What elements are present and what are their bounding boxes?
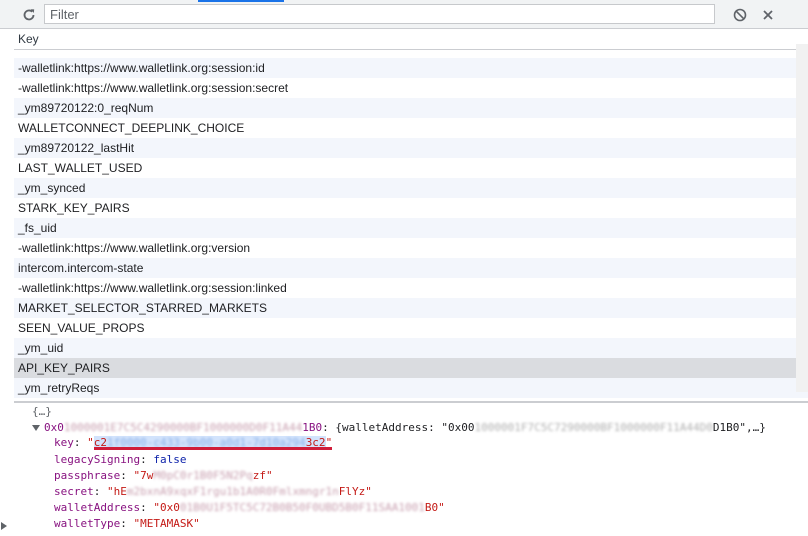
filter-input[interactable] bbox=[44, 4, 715, 24]
table-row[interactable]: -walletlink:https://www.walletlink.org:s… bbox=[14, 78, 808, 98]
table-row[interactable]: _fs_uid bbox=[14, 218, 808, 238]
console-output: {…} 0x01000001E7C5C4290000BF1000000D0F11… bbox=[14, 403, 808, 536]
clear-all-button[interactable] bbox=[730, 5, 750, 25]
table-row[interactable]: _ym_uid bbox=[14, 338, 808, 358]
table-row[interactable]: WALLETCONNECT_DEEPLINK_CHOICE bbox=[14, 118, 808, 138]
refresh-icon bbox=[23, 9, 35, 21]
table-row[interactable]: _ym89720122:0_reqNum bbox=[14, 98, 808, 118]
delete-selected-button[interactable] bbox=[758, 5, 778, 25]
table-row[interactable]: -walletlink:https://www.walletlink.org:s… bbox=[14, 278, 808, 298]
refresh-button[interactable] bbox=[19, 5, 39, 25]
table-row[interactable]: LAST_WALLET_USED bbox=[14, 158, 808, 178]
key-column-header[interactable]: Key bbox=[14, 29, 808, 50]
table-row[interactable]: _ym89720122_lastHit bbox=[14, 138, 808, 158]
expand-triangle-icon[interactable] bbox=[32, 425, 40, 431]
table-row[interactable]: API_KEY_PAIRS bbox=[14, 358, 808, 378]
storage-rows: -walletlink:https://www.walletlink.org:s… bbox=[14, 50, 808, 422]
triangle-right-icon bbox=[1, 522, 7, 530]
table-row[interactable]: STARK_KEY_PAIRS bbox=[14, 198, 808, 218]
passphrase-property: passphrase: "7wM0pC0r1B0F5N2Pqzf" bbox=[54, 469, 273, 482]
table-row[interactable]: _ym_synced bbox=[14, 178, 808, 198]
storage-toolbar bbox=[0, 0, 808, 29]
block-icon bbox=[733, 8, 747, 22]
table-row[interactable]: intercom.intercom-state bbox=[14, 258, 808, 278]
wallet-type-property: walletType: "METAMASK" bbox=[54, 517, 200, 530]
close-icon bbox=[763, 10, 773, 20]
legacy-signing-property: legacySigning: false bbox=[54, 453, 187, 466]
table-row[interactable]: -walletlink:https://www.walletlink.org:v… bbox=[14, 238, 808, 258]
storage-table: Key -walletlink:https://www.walletlink.o… bbox=[14, 29, 808, 401]
table-row[interactable]: -walletlink:https://www.walletlink.org:s… bbox=[14, 58, 808, 78]
key-annotation-underline bbox=[94, 447, 332, 450]
active-tab-indicator bbox=[198, 0, 284, 2]
collapsed-object[interactable]: {…} bbox=[32, 405, 52, 418]
object-entry[interactable]: 0x01000001E7C5C4290000BF1000000D0F11A441… bbox=[32, 421, 766, 434]
wallet-address-property: walletAddress: "0x001B0U1F5TC5C72B0B50F0… bbox=[54, 501, 445, 514]
secret-property: secret: "hEm2bxnA9xqxF1rgu1b1A0R0Fmlxmng… bbox=[54, 485, 372, 498]
table-row[interactable]: MARKET_SELECTOR_STARRED_MARKETS bbox=[14, 298, 808, 318]
table-row[interactable]: SEEN_VALUE_PROPS bbox=[14, 318, 808, 338]
table-row[interactable]: _ym_retryReqs bbox=[14, 378, 808, 398]
table-row-partial bbox=[14, 50, 808, 58]
console-scroll-arrow[interactable] bbox=[0, 520, 10, 536]
table-scrollbar[interactable] bbox=[796, 44, 808, 392]
